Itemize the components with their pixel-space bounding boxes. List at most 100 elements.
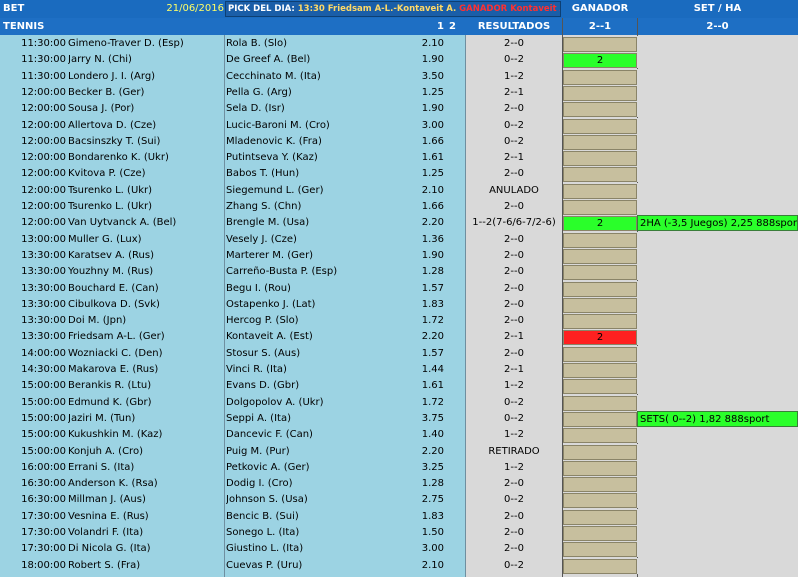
player-1: Bouchard E. (Can) (68, 282, 159, 294)
match-time: 14:00:00 (21, 347, 66, 359)
player-1: Edmund K. (Gbr) (68, 396, 152, 408)
player-1: Youzhny M. (Rus) (68, 266, 154, 278)
odds-1: 2.75 (421, 494, 444, 506)
player-1: Muller G. (Lux) (68, 233, 142, 245)
player-1: Anderson K. (Rsa) (68, 478, 158, 490)
result-cell: 0--2 (466, 492, 562, 509)
result-cell: 0--2 (466, 133, 562, 150)
ganador-box (563, 265, 637, 281)
match-time: 12:00:00 (21, 119, 66, 131)
result-cell: 2--0 (466, 280, 562, 297)
table-row: 12:00:00 Tsurenko L. (Ukr) Siegemund L. (G… (0, 182, 798, 199)
player-2: Pella G. (Arg) (226, 86, 292, 98)
match-time: 13:30:00 (21, 298, 66, 310)
player-2: Ostapenko J. (Lat) (226, 298, 316, 310)
result-cell: RETIRADO (466, 443, 562, 460)
player-1: Berankis R. (Ltu) (68, 380, 152, 392)
match-time: 17:30:00 (21, 543, 66, 555)
ganador-box (563, 167, 637, 183)
set-ha-note (637, 280, 798, 297)
match-time: 13:30:00 (21, 266, 66, 278)
set-ha-note (637, 264, 798, 281)
odds-1: 3.50 (421, 70, 444, 82)
pick-prefix: PICK DEL DIA: (228, 4, 298, 14)
player-1: Jarry N. (Chi) (68, 54, 132, 66)
table-row: 15:00:00 Edmund K. (Gbr) Dolgopolov A. (Uk… (0, 394, 798, 411)
table-row: 12:00:00 Van Uytvanck A. (Bel) Brengle M. … (0, 215, 798, 232)
odds-1: 1.90 (421, 103, 444, 115)
player-1: Karatsev A. (Rus) (68, 249, 155, 261)
set-ha-note (637, 459, 798, 476)
ganador-box (563, 509, 637, 525)
player-2: Brengle M. (Usa) (226, 217, 310, 229)
table-row: 17:30:00 Volandri F. (Ita) Sonego L. (Ita)… (0, 525, 798, 541)
odds-1: 1.40 (421, 429, 444, 441)
odds-1: 1.90 (421, 54, 444, 66)
player-2: Petkovic A. (Ger) (226, 461, 310, 473)
set-ha-note (637, 150, 798, 167)
match-time: 11:30:00 (21, 70, 66, 82)
odds-1: 1.61 (421, 380, 444, 392)
odds-1: 1.72 (421, 315, 444, 327)
odds-1: 1.66 (421, 201, 444, 212)
match-time: 17:30:00 (21, 510, 66, 522)
player-2: Puig M. (Pur) (226, 445, 290, 457)
set-ha-note (637, 182, 798, 199)
ganador-box (563, 379, 637, 395)
result-cell: 0--2 (466, 394, 562, 411)
table-row: 11:30:00 Gimeno-Traver D. (Esp) Rola B. (S… (0, 36, 798, 52)
player-2: Kontaveit A. (Est) (226, 331, 313, 343)
player-2: Seppi A. (Ita) (226, 412, 291, 424)
player-2: Mladenovic K. (Fra) (226, 135, 322, 147)
player-2: Johnson S. (Usa) (226, 494, 308, 506)
odds2-header: 2 (449, 21, 456, 32)
player-1: Doi M. (Jpn) (68, 315, 127, 327)
ganador-box (563, 232, 637, 248)
set-ha-note (637, 443, 798, 460)
match-time: 17:30:00 (21, 527, 66, 538)
odds-1: 1.66 (421, 135, 444, 147)
player-2: Carreño-Busta P. (Esp) (226, 266, 338, 278)
set-ha-note (637, 525, 798, 541)
ganador-box (563, 428, 637, 444)
odds-1: 1.61 (421, 152, 444, 164)
set-ha-note (637, 52, 798, 69)
table-row: 13:30:00 Friedsam A-L. (Ger) Kontaveit A. … (0, 329, 798, 346)
match-time: 14:30:00 (21, 364, 66, 375)
set-ha-note (637, 247, 798, 264)
player-2: Cuevas P. (Uru) (226, 559, 303, 571)
result-cell: 1--2 (466, 378, 562, 395)
result-cell: 2--0 (466, 525, 562, 541)
match-time: 12:00:00 (21, 135, 66, 147)
table-row: 12:00:00 Bondarenko K. (Ukr) Putintseva Y.… (0, 150, 798, 167)
result-cell: 2--1 (466, 362, 562, 378)
match-time: 13:30:00 (21, 282, 66, 294)
set-ha-note (637, 101, 798, 118)
table-row: 16:30:00 Millman J. (Aus) Johnson S. (Usa)… (0, 492, 798, 509)
result-cell: 1--2(7-6/6-7/2-6) (466, 215, 562, 232)
odds-1: 3.00 (421, 119, 444, 131)
result-cell: 0--2 (466, 52, 562, 69)
player-1: Gimeno-Traver D. (Esp) (68, 38, 184, 49)
set-ha-note (637, 492, 798, 509)
odds-1: 3.75 (421, 412, 444, 424)
table-row: 14:00:00 Wozniacki C. (Den) Stosur S. (Aus… (0, 345, 798, 362)
set-ha-note (637, 541, 798, 558)
ganador-box: 2 (563, 216, 637, 232)
odds-1: 1.50 (421, 527, 444, 538)
set-ha-header: SET / HA (693, 3, 742, 14)
odds-1: 1.57 (421, 282, 444, 294)
ganador-box (563, 411, 637, 427)
set-ha-note (637, 378, 798, 395)
match-time: 16:00:00 (21, 461, 66, 473)
resultados-header: RESULTADOS (477, 21, 551, 32)
table-row: 12:00:00 Becker B. (Ger) Pella G. (Arg) 1.2… (0, 84, 798, 101)
player-2: Vesely J. (Cze) (226, 233, 297, 245)
set-ha-note: 2HA (-3,5 Juegos) 2,25 888sport (637, 215, 798, 232)
player-2: Begu I. (Rou) (226, 282, 291, 294)
set-ha-note (637, 476, 798, 493)
odds-1: 1.25 (421, 86, 444, 98)
match-time: 12:00:00 (21, 168, 66, 180)
player-1: Errani S. (Ita) (68, 461, 135, 473)
ganador-box: 2 (563, 330, 637, 346)
